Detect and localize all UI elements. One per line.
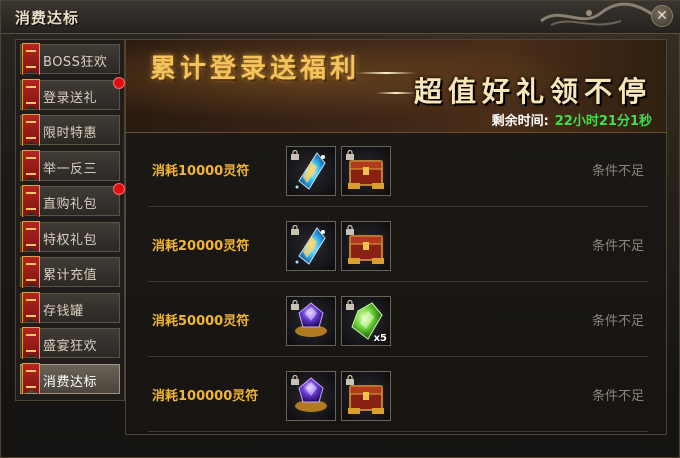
- sidebar-item[interactable]: 直购礼包: [20, 183, 125, 217]
- window-title: 消费达标: [15, 9, 80, 27]
- sparkle-decoration: [376, 92, 416, 94]
- reward-item-slot[interactable]: [286, 146, 336, 196]
- sidebar-item[interactable]: 限时特惠: [20, 114, 120, 146]
- task-requirement-label: 消耗50000灵符: [152, 314, 250, 329]
- task-row: 消耗10000灵符 条件不足: [148, 132, 648, 207]
- lock-icon: [290, 150, 300, 160]
- lock-icon: [290, 375, 300, 385]
- notification-dot-icon: [113, 76, 125, 89]
- lock-icon: [345, 225, 355, 235]
- lock-icon: [345, 150, 355, 160]
- title-bar[interactable]: 消费达标 ✕: [1, 1, 680, 34]
- sidebar-item-label: BOSS狂欢: [43, 55, 108, 70]
- banner-subtitle: 超值好礼领不停: [413, 75, 652, 108]
- ribbon-tag-icon: [22, 256, 40, 288]
- remaining-time-label: 剩余时间:: [491, 114, 549, 129]
- reward-item-slot[interactable]: [286, 371, 336, 421]
- remaining-time-value: 22小时21分1秒: [554, 114, 652, 129]
- ribbon-tag-icon: [22, 114, 40, 146]
- claim-status-button[interactable]: 条件不足: [592, 235, 644, 254]
- sidebar-item-label: 举一反三: [43, 161, 98, 177]
- reward-item-slot[interactable]: x5: [341, 296, 391, 346]
- sidebar-item[interactable]: 累计充值: [20, 256, 120, 288]
- event-window: 消费达标 ✕ BOSS狂欢 登录送礼限时特惠举一反三直购礼包特权礼包累计充值存钱罐…: [0, 0, 680, 458]
- ribbon-tag-icon: [22, 185, 40, 217]
- sidebar-item[interactable]: 举一反三: [20, 149, 120, 182]
- lock-icon: [290, 300, 300, 310]
- reward-item-slot[interactable]: [341, 371, 391, 421]
- lock-icon: [345, 300, 355, 310]
- task-row: 消耗50000灵符 x5 条件不足: [148, 282, 648, 357]
- claim-status-button[interactable]: 条件不足: [592, 160, 644, 179]
- sidebar: BOSS狂欢 登录送礼限时特惠举一反三直购礼包特权礼包累计充值存钱罐盛宴狂欢消费达…: [15, 39, 125, 401]
- close-icon: ✕: [656, 8, 668, 24]
- ribbon-tag-icon: [22, 43, 40, 75]
- sidebar-item[interactable]: 消费达标: [20, 362, 120, 395]
- sidebar-item[interactable]: 登录送礼: [20, 76, 125, 111]
- ribbon-tag-icon: [22, 220, 40, 253]
- task-requirement-label: 消耗20000灵符: [152, 239, 250, 254]
- lock-icon: [345, 375, 355, 385]
- ribbon-tag-icon: [22, 149, 40, 182]
- sidebar-item-label: 登录送礼: [43, 90, 98, 106]
- sidebar-item-label: 直购礼包: [43, 197, 98, 212]
- remaining-time: 剩余时间: 22小时21分1秒: [492, 110, 652, 129]
- sidebar-item-label: 限时特惠: [43, 126, 98, 141]
- ribbon-tag-icon: [22, 291, 40, 324]
- claim-status-button[interactable]: 条件不足: [592, 310, 644, 329]
- reward-item-slot[interactable]: [286, 296, 336, 346]
- sparkle-decoration: [356, 72, 416, 74]
- task-row: 消耗20000灵符 条件不足: [148, 207, 648, 282]
- task-row: 消耗100000灵符 条件不足: [148, 357, 648, 432]
- sidebar-item-label: 累计充值: [43, 268, 98, 283]
- notification-dot-icon: [113, 183, 125, 195]
- sidebar-item[interactable]: 存钱罐: [20, 291, 120, 324]
- claim-status-button[interactable]: 条件不足: [592, 385, 644, 404]
- sidebar-item-label: 消费达标: [43, 374, 98, 390]
- task-requirement-label: 消耗100000灵符: [152, 389, 259, 404]
- main-panel: 累计登录送福利 超值好礼领不停 剩余时间: 22小时21分1秒 消耗10000灵符…: [125, 39, 667, 435]
- reward-quantity: x5: [373, 333, 387, 344]
- reward-item-slot[interactable]: [341, 221, 391, 271]
- ribbon-tag-icon: [22, 327, 40, 359]
- sidebar-item-label: 盛宴狂欢: [43, 339, 98, 354]
- reward-item-slot[interactable]: [286, 221, 336, 271]
- sidebar-item[interactable]: 盛宴狂欢: [20, 327, 120, 359]
- sidebar-item-label: 存钱罐: [43, 303, 84, 319]
- sidebar-item-label: 特权礼包: [43, 232, 98, 248]
- ribbon-tag-icon: [22, 78, 40, 111]
- lock-icon: [290, 225, 300, 235]
- ribbon-tag-icon: [22, 362, 40, 395]
- close-button[interactable]: ✕: [651, 5, 673, 27]
- event-banner: 累计登录送福利 超值好礼领不停 剩余时间: 22小时21分1秒: [126, 40, 666, 133]
- sidebar-item[interactable]: BOSS狂欢: [20, 43, 120, 75]
- banner-title: 累计登录送福利: [150, 54, 361, 84]
- task-requirement-label: 消耗10000灵符: [152, 164, 250, 179]
- reward-item-slot[interactable]: [341, 146, 391, 196]
- sidebar-item[interactable]: 特权礼包: [20, 220, 120, 253]
